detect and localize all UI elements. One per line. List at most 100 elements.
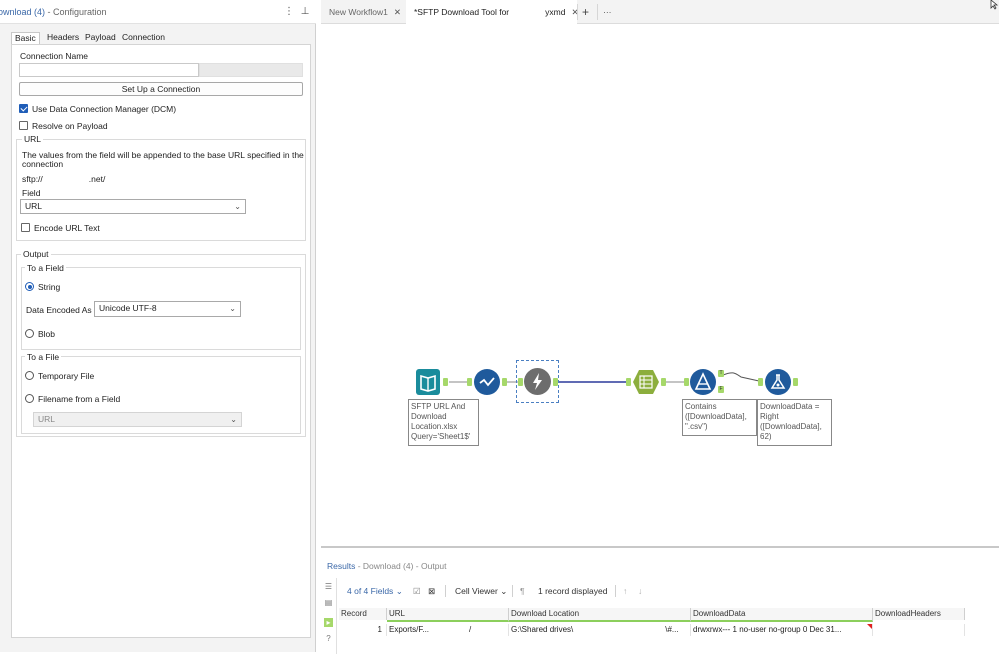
filter-icon	[694, 372, 712, 390]
paragraph-icon[interactable]: ¶	[520, 578, 525, 604]
output-anchor[interactable]	[793, 378, 798, 386]
filter-true-anchor[interactable]: T	[718, 370, 724, 377]
filename-field-label: Filename from a Field	[38, 394, 121, 404]
config-header: ownload (4) - Configuration ⋮ ⊥	[0, 0, 316, 24]
close-tab-icon[interactable]: ✕	[394, 7, 401, 17]
flask-icon	[770, 374, 786, 389]
connection-name-input[interactable]	[19, 63, 199, 77]
column-header-record[interactable]: Record	[339, 608, 387, 620]
chevron-down-icon: ⌄	[229, 304, 236, 313]
setup-connection-button[interactable]: Set Up a Connection	[19, 82, 303, 96]
configuration-pane: ownload (4) - Configuration ⋮ ⊥ Basic He…	[0, 0, 316, 652]
tab-sftp-download-tool[interactable]: *SFTP Download Tool for yxmd ✕	[406, 0, 579, 25]
chevron-down-icon: ⌄	[234, 202, 241, 211]
input-anchor[interactable]	[758, 378, 763, 386]
text-to-columns-tool[interactable]	[632, 369, 660, 395]
input-data-tool[interactable]	[416, 369, 440, 395]
cell-downloadheaders[interactable]	[873, 624, 965, 636]
tab-connection[interactable]: Connection	[119, 32, 168, 44]
formula-tool-annotation: DownloadData = Right ([DownloadData], 62…	[757, 399, 832, 446]
filter-false-anchor[interactable]: F	[718, 386, 724, 393]
more-tabs-button[interactable]: ···	[603, 0, 612, 24]
download-tool[interactable]	[524, 368, 551, 395]
output-data-icon[interactable]: ▸	[324, 618, 333, 627]
results-pane: Results - Download (4) - Output ☰ ▤ ▸ ? …	[321, 546, 999, 654]
results-sidebar: ☰ ▤ ▸ ?	[321, 578, 337, 654]
filename-field-radio[interactable]	[25, 394, 34, 403]
filename-field-select: URL ⌄	[33, 412, 242, 427]
column-header-downloadheaders[interactable]: DownloadHeaders	[873, 608, 965, 620]
connection-name-readonly	[199, 63, 303, 77]
arrow-up-icon[interactable]: ↑	[623, 578, 627, 604]
edit-fields-icon[interactable]: ☑	[413, 578, 421, 604]
connector-line	[722, 372, 760, 382]
chevron-down-icon: ⌄	[395, 586, 403, 596]
tab-divider	[577, 4, 578, 20]
encoded-as-select[interactable]: Unicode UTF-8 ⌄	[94, 301, 241, 317]
cell-download-location[interactable]: G:\Shared drives\ \#...	[509, 624, 691, 636]
book-icon	[420, 374, 436, 392]
output-group-label: Output	[21, 249, 51, 259]
config-title: ownload (4) - Configuration	[0, 7, 107, 17]
temporary-file-radio[interactable]	[25, 371, 34, 380]
cell-record[interactable]: 1	[339, 624, 387, 636]
string-label: String	[38, 282, 61, 292]
toolbar-divider	[615, 585, 616, 597]
output-anchor[interactable]	[502, 378, 507, 386]
help-icon[interactable]: ?	[324, 634, 333, 643]
field-label: Field	[22, 188, 41, 198]
cell-downloaddata[interactable]: drwxrwx--- 1 no-user no-group 0 Dec 31..…	[691, 624, 873, 636]
arrow-down-icon[interactable]: ↓	[638, 578, 642, 604]
more-options-icon[interactable]: ⋮	[283, 5, 295, 18]
pin-icon[interactable]: ⊥	[299, 5, 311, 18]
input-anchor[interactable]	[684, 378, 689, 386]
input-anchor[interactable]	[467, 378, 472, 386]
url-help-line1: The values from the field will be append…	[22, 150, 304, 160]
string-radio[interactable]	[25, 282, 34, 291]
remove-fields-icon[interactable]: ⊠	[428, 578, 435, 604]
column-header-downloaddata[interactable]: DownloadData	[691, 608, 873, 622]
url-help-line2: connection	[22, 159, 64, 169]
column-header-url[interactable]: URL	[387, 608, 509, 622]
tab-new-workflow1[interactable]: New Workflow1 ✕	[329, 0, 401, 24]
encode-url-label: Encode URL Text	[34, 223, 100, 233]
encode-url-checkbox[interactable]	[21, 223, 30, 232]
blob-radio[interactable]	[25, 329, 34, 338]
input-anchor[interactable]	[518, 378, 523, 386]
output-anchor[interactable]	[661, 378, 666, 386]
cell-url[interactable]: Exports/F... /	[387, 624, 509, 636]
use-dcm-checkbox[interactable]	[19, 104, 28, 113]
field-select[interactable]: URL ⌄	[20, 199, 246, 214]
results-title: Results - Download (4) - Output	[327, 561, 447, 571]
table-icon[interactable]: ▤	[324, 598, 333, 607]
encoded-as-label: Data Encoded As	[26, 305, 92, 315]
column-header-download-location[interactable]: Download Location	[509, 608, 691, 622]
toolbar-divider	[512, 585, 513, 597]
filter-tool-annotation: Contains ([DownloadData], ".csv")	[682, 399, 757, 436]
base-url: sftp://.net/	[22, 174, 106, 185]
basic-tab-panel: Connection Name Set Up a Connection Use …	[11, 44, 311, 638]
cell-viewer-dropdown[interactable]: Cell Viewer ⌄	[455, 578, 507, 604]
tab-payload[interactable]: Payload	[82, 32, 119, 44]
filter-tool[interactable]	[690, 369, 716, 395]
input-anchor[interactable]	[626, 378, 631, 386]
chevron-down-icon: ⌄	[230, 415, 237, 424]
output-anchor[interactable]	[443, 378, 448, 386]
url-group-label: URL	[22, 134, 44, 144]
mouse-cursor-icon	[990, 0, 999, 10]
output-anchor[interactable]	[553, 378, 558, 386]
use-dcm-label: Use Data Connection Manager (DCM)	[32, 104, 177, 114]
formula-tool[interactable]	[765, 369, 791, 395]
add-tab-button[interactable]: +	[582, 0, 589, 24]
workflow-canvas[interactable]: T F SFTP URL And Download Location.xlsx …	[321, 25, 999, 543]
input-tool-annotation: SFTP URL And Download Location.xlsx Quer…	[408, 399, 479, 446]
tab-headers[interactable]: Headers	[44, 32, 82, 44]
select-tool[interactable]	[474, 369, 500, 395]
chevron-down-icon: ⌄	[500, 586, 508, 596]
resolve-payload-label: Resolve on Payload	[32, 121, 108, 131]
list-icon[interactable]: ☰	[324, 582, 333, 591]
fields-dropdown[interactable]: 4 of 4 Fields ⌄	[347, 578, 403, 604]
lightning-icon	[533, 373, 542, 390]
connection-name-label: Connection Name	[20, 51, 89, 61]
resolve-payload-checkbox[interactable]	[19, 121, 28, 130]
